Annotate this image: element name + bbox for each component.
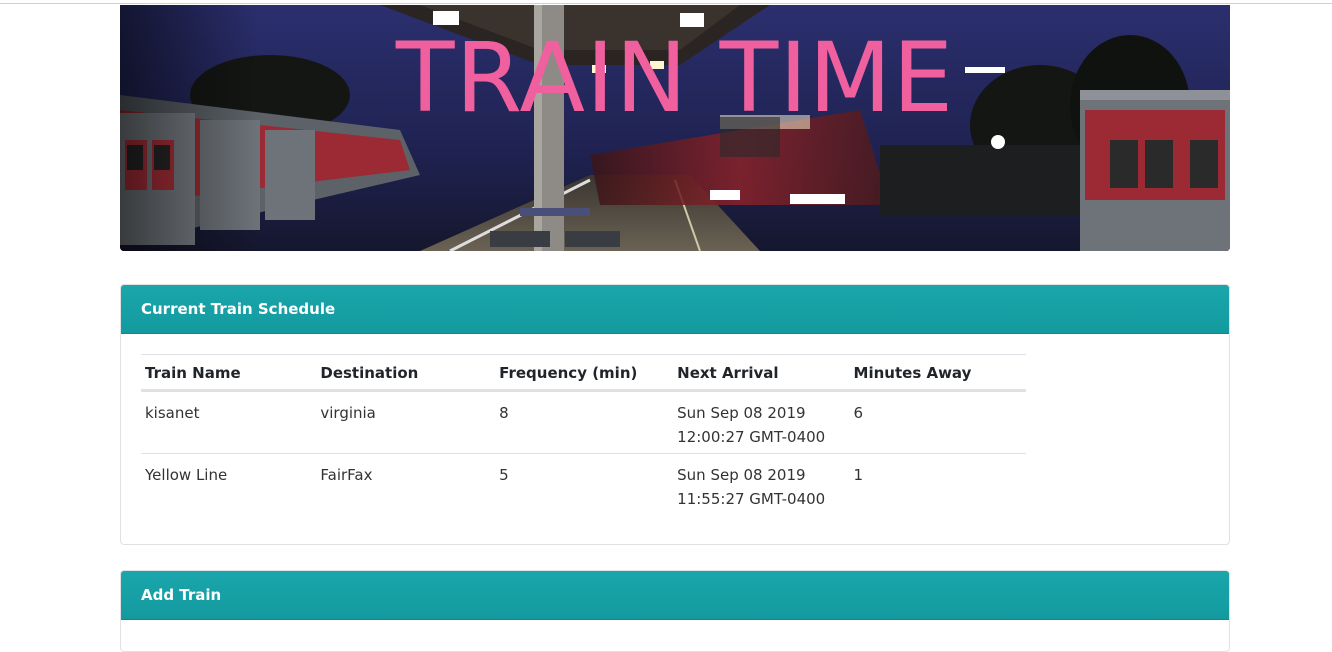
schedule-table: Train Name Destination Frequency (min) N… [141, 354, 1026, 515]
schedule-card: Current Train Schedule Train Name Destin… [120, 284, 1230, 545]
next-arrival-time: 12:00:27 GMT-0400 [677, 428, 826, 446]
banner-title: TRAIN TIME [395, 22, 955, 134]
window-top-border [0, 3, 1332, 4]
page-container: TRAIN TIME Current Train Schedule Train … [120, 5, 1230, 652]
train-name-cell: Yellow Line [145, 466, 228, 484]
schedule-card-header: Current Train Schedule [121, 285, 1229, 334]
minutes-away-cell: 1 [853, 466, 864, 484]
destination-cell: FairFax [320, 466, 373, 484]
frequency-cell: 8 [495, 390, 674, 454]
next-arrival-cell: Sun Sep 08 2019 12:00:27 GMT-0400 [673, 390, 850, 454]
column-header-minutes-away: Minutes Away [849, 354, 1026, 392]
train-name-cell: kisanet [141, 390, 317, 454]
next-arrival-time: 11:55:27 GMT-0400 [677, 490, 826, 508]
column-header-train-name: Train Name [141, 354, 317, 392]
column-header-frequency: Frequency (min) [495, 354, 674, 392]
table-row: Yellow Line FairFax 5 Sun Sep 08 2019 11… [141, 454, 1026, 516]
hero-banner: TRAIN TIME [120, 5, 1230, 251]
schedule-header-row: Train Name Destination Frequency (min) N… [141, 354, 1026, 392]
next-arrival-cell: Sun Sep 08 2019 11:55:27 GMT-0400 [673, 454, 849, 516]
table-row: kisanet virginia 8 Sun Sep 08 2019 12:00… [141, 390, 1026, 454]
minutes-away-cell: 6 [849, 390, 1026, 454]
column-header-next-arrival: Next Arrival [673, 354, 850, 392]
frequency-cell: 5 [499, 466, 509, 484]
next-arrival-date: Sun Sep 08 2019 [677, 404, 806, 422]
schedule-card-body: Train Name Destination Frequency (min) N… [121, 334, 1229, 515]
add-train-card: Add Train [120, 570, 1230, 652]
column-header-destination: Destination [316, 354, 496, 392]
destination-cell: virginia [316, 390, 496, 454]
next-arrival-date: Sun Sep 08 2019 [677, 466, 806, 484]
add-train-card-header: Add Train [121, 571, 1229, 620]
